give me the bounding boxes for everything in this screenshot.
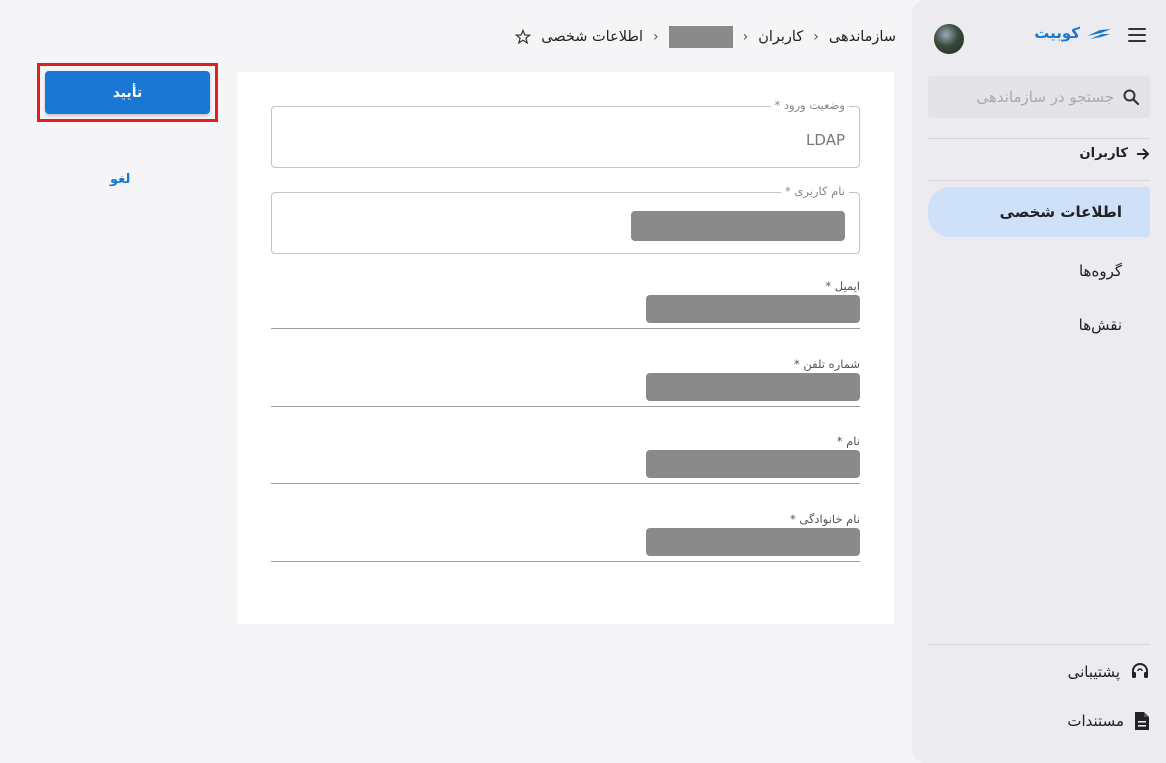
username-label: نام کاربری * bbox=[781, 184, 849, 198]
brand[interactable]: کوبیت bbox=[1034, 24, 1112, 42]
search-box[interactable] bbox=[928, 76, 1150, 118]
first-name-value-redacted bbox=[646, 450, 860, 478]
breadcrumb: سازماندهی ‹ کاربران ‹ ‹ اطلاعات شخصی bbox=[515, 26, 896, 48]
menu-icon[interactable] bbox=[1128, 28, 1146, 42]
document-icon bbox=[1135, 712, 1149, 730]
arrow-right-icon bbox=[1137, 147, 1150, 160]
phone-label: شماره تلفن * bbox=[793, 357, 860, 371]
sidebar-item-label: گروه‌ها bbox=[1078, 262, 1122, 280]
support-label: پشتیبانی bbox=[1067, 663, 1120, 681]
back-link-label: کاربران bbox=[1079, 146, 1128, 161]
sidebar-item-label: نقش‌ها bbox=[1078, 316, 1122, 334]
brand-logo-icon bbox=[1087, 29, 1111, 39]
breadcrumb-current: اطلاعات شخصی bbox=[541, 29, 643, 45]
username-value-redacted bbox=[631, 211, 845, 241]
star-icon[interactable] bbox=[515, 29, 532, 45]
breadcrumb-users[interactable]: کاربران bbox=[758, 29, 803, 45]
last-name-label: نام خانوادگی * bbox=[789, 512, 860, 526]
confirm-button[interactable]: تأیید bbox=[45, 71, 210, 114]
sidebar-item-personal-info[interactable]: اطلاعات شخصی bbox=[928, 187, 1150, 237]
chevron-left-icon: ‹ bbox=[813, 29, 819, 45]
breadcrumb-user-redacted[interactable] bbox=[668, 26, 733, 48]
email-label: ایمیل * bbox=[825, 279, 860, 293]
search-icon bbox=[1123, 89, 1140, 106]
phone-field[interactable]: شماره تلفن * bbox=[271, 357, 860, 407]
login-status-label: وضعیت ورود * bbox=[770, 98, 849, 112]
email-value-redacted bbox=[646, 295, 860, 323]
avatar[interactable] bbox=[934, 24, 964, 54]
first-name-field[interactable]: نام * bbox=[271, 434, 860, 484]
support-link[interactable]: پشتیبانی bbox=[1068, 662, 1150, 682]
divider bbox=[928, 644, 1150, 645]
login-status-field[interactable]: وضعیت ورود * LDAP bbox=[271, 98, 860, 168]
brand-name: کوبیت bbox=[1034, 24, 1080, 42]
search-input[interactable] bbox=[944, 88, 1114, 106]
docs-label: مستندات bbox=[1067, 712, 1124, 730]
confirm-highlight: تأیید bbox=[37, 63, 218, 122]
sidebar-item-roles[interactable]: نقش‌ها bbox=[928, 300, 1150, 350]
last-name-field[interactable]: نام خانوادگی * bbox=[271, 512, 860, 562]
last-name-value-redacted bbox=[646, 528, 860, 556]
username-field[interactable]: نام کاربری * bbox=[271, 184, 860, 254]
divider bbox=[928, 180, 1150, 181]
divider bbox=[928, 138, 1150, 139]
headset-icon bbox=[1132, 663, 1148, 678]
cancel-button[interactable]: لغو bbox=[110, 172, 130, 187]
chevron-left-icon: ‹ bbox=[652, 29, 659, 45]
sidebar: کوبیت کاربران اطلاعات شخصی گروه‌ها نقش‌ه… bbox=[912, 0, 1166, 763]
back-to-users-link[interactable]: کاربران bbox=[1080, 146, 1150, 161]
breadcrumb-root[interactable]: سازماندهی bbox=[829, 29, 896, 45]
login-status-value: LDAP bbox=[806, 131, 845, 149]
chevron-left-icon: ‹ bbox=[742, 29, 749, 45]
email-field[interactable]: ایمیل * bbox=[271, 279, 860, 329]
sidebar-item-groups[interactable]: گروه‌ها bbox=[928, 246, 1150, 296]
first-name-label: نام * bbox=[836, 434, 860, 448]
phone-value-redacted bbox=[646, 373, 860, 401]
sidebar-item-label: اطلاعات شخصی bbox=[999, 203, 1122, 221]
user-form-card: وضعیت ورود * LDAP نام کاربری * ایمیل * ش… bbox=[237, 72, 894, 624]
docs-link[interactable]: مستندات bbox=[1067, 711, 1150, 731]
sidebar-header: کوبیت bbox=[912, 22, 1166, 58]
